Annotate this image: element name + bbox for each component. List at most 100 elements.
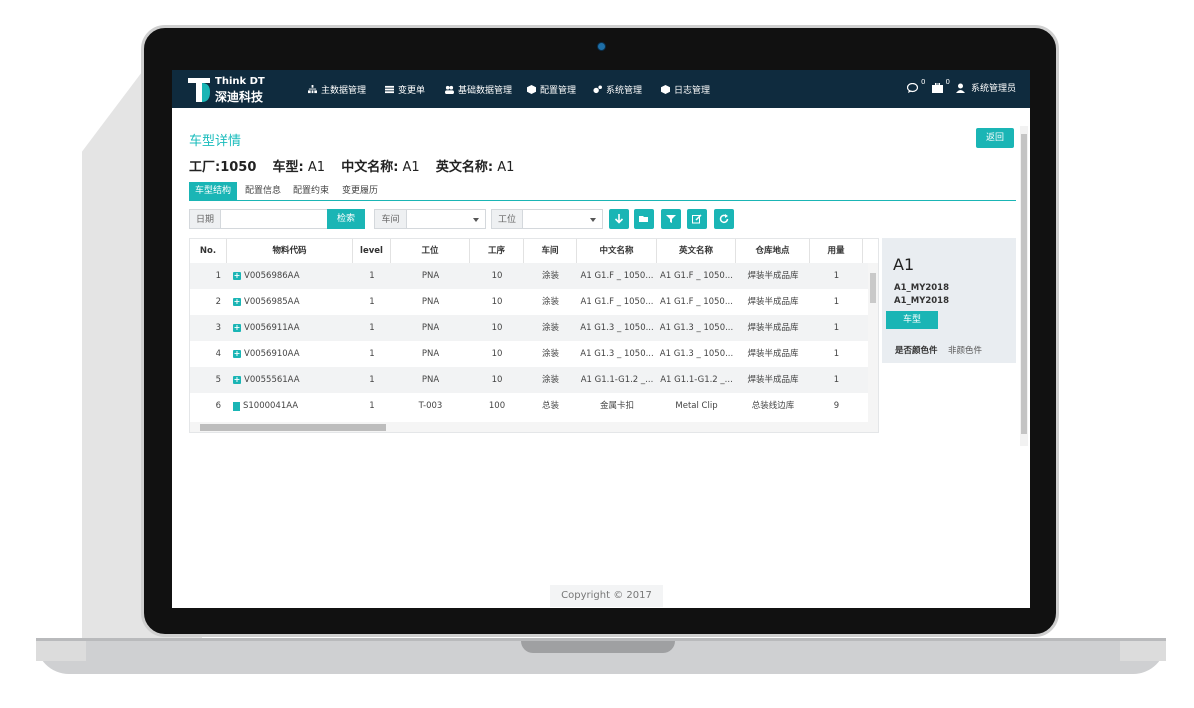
nav-item-base-data[interactable]: 基础数据管理	[445, 83, 512, 96]
open-folder-button[interactable]	[634, 209, 654, 229]
top-navbar: Think DT 深迪科技 主数据管理 变更单 基础数据管理 配置管理 系统管理…	[172, 70, 1030, 108]
tab-config-constraint[interactable]: 配置约束	[287, 182, 335, 200]
search-button[interactable]: 检索	[327, 209, 365, 229]
cell-cn-name: A1 G1.F _ 1050...	[580, 271, 654, 281]
cell-station: PNA	[421, 271, 440, 281]
nav-item-system[interactable]: 系统管理	[593, 83, 642, 96]
side-config-line: A1_MY2018	[894, 283, 950, 293]
table-vertical-scrollbar[interactable]	[868, 263, 878, 424]
arrow-down-icon	[614, 214, 624, 224]
scroll-thumb[interactable]	[200, 424, 386, 431]
cell-en-name: A1 G1.F _ 1050...	[660, 297, 733, 307]
cell-material-code[interactable]: + V0056911AA	[227, 315, 353, 341]
cell-process: 100	[488, 401, 506, 411]
user-name[interactable]: 系统管理员	[971, 81, 1016, 94]
nav-label: 日志管理	[674, 86, 711, 96]
cell-en-name: A1 G1.3 _ 1050...	[659, 323, 734, 333]
nav-item-log[interactable]: 日志管理	[661, 83, 710, 96]
user-icon	[955, 83, 965, 93]
table-horizontal-scrollbar[interactable]	[190, 422, 878, 432]
cell-workshop: 涂装	[541, 323, 559, 333]
plus-square-icon[interactable]: +	[233, 376, 241, 384]
tab-change-history[interactable]: 变更履历	[336, 182, 384, 200]
scroll-thumb[interactable]	[870, 273, 876, 303]
cell-warehouse: 总装线边库	[751, 401, 795, 411]
model-label: 车型:	[272, 160, 304, 175]
refresh-button[interactable]	[714, 209, 734, 229]
chevron-down-icon	[590, 218, 596, 222]
plus-square-icon[interactable]: +	[233, 298, 241, 306]
date-input[interactable]	[220, 209, 328, 229]
cell-station: PNA	[421, 349, 440, 359]
tab-config-info[interactable]: 配置信息	[239, 182, 287, 200]
color-part-label: 是否颜色件	[895, 346, 938, 356]
table-row[interactable]: 5 + V0055561AA 1 PNA 10 涂装 A1 G1.1-G1.2 _... A1 …	[190, 367, 868, 393]
cell-level: 1	[369, 323, 375, 333]
col-process[interactable]: 工序	[470, 239, 524, 263]
table-row[interactable]: 2 + V0056985AA 1 PNA 10 涂装 A1 G1.F _ 1050... A1 …	[190, 289, 868, 315]
nav-item-config[interactable]: 配置管理	[527, 83, 576, 96]
col-en-name[interactable]: 英文名称	[657, 239, 736, 263]
nav-item-master-data[interactable]: 主数据管理	[308, 83, 366, 96]
material-code-text: V0056910AA	[244, 349, 300, 359]
download-button[interactable]	[609, 209, 629, 229]
cell-material-code[interactable]: + V0055561AA	[227, 367, 353, 393]
col-no[interactable]: No.	[190, 239, 227, 263]
material-code-text: V0056911AA	[244, 323, 300, 333]
cell-level: 1	[369, 297, 375, 307]
cell-level: 1	[369, 349, 375, 359]
plus-square-icon[interactable]: +	[233, 272, 241, 280]
date-label: 日期	[189, 209, 221, 229]
cell-material-code[interactable]: + V0056985AA	[227, 289, 353, 315]
col-quantity[interactable]: 用量	[810, 239, 863, 263]
model-button[interactable]: 车型	[886, 311, 938, 329]
briefcase-icon[interactable]	[931, 82, 943, 93]
cell-station: PNA	[421, 297, 440, 307]
cell-workshop: 涂装	[541, 297, 559, 307]
cell-quantity: 1	[833, 323, 840, 333]
station-select[interactable]	[522, 209, 603, 229]
side-title: A1	[893, 255, 915, 274]
scroll-thumb[interactable]	[1021, 134, 1027, 434]
col-cn-name[interactable]: 中文名称	[577, 239, 657, 263]
col-material-code[interactable]: 物料代码	[227, 239, 353, 263]
nav-item-change-order[interactable]: 变更单	[385, 83, 425, 96]
table-row[interactable]: 3 + V0056911AA 1 PNA 10 涂装 A1 G1.3 _ 1050... A1 …	[190, 315, 868, 341]
cell-material-code[interactable]: S1000041AA	[227, 393, 353, 419]
col-warehouse[interactable]: 仓库地点	[736, 239, 810, 263]
plus-square-icon[interactable]: +	[233, 324, 241, 332]
page-scrollbar[interactable]	[1020, 126, 1028, 446]
laptop-base-end-right	[1120, 641, 1166, 661]
workshop-select[interactable]	[406, 209, 486, 229]
table-row[interactable]: 4 + V0056910AA 1 PNA 10 涂装 A1 G1.3 _ 1050... A1 …	[190, 341, 868, 367]
cell-material-code[interactable]: + V0056910AA	[227, 341, 353, 367]
nav-label: 主数据管理	[321, 86, 367, 96]
filter-button[interactable]	[661, 209, 681, 229]
table-row[interactable]: 6 S1000041AA 1 T-003 100 总装 金属卡扣 Metal Clip 总装线边…	[190, 393, 868, 419]
cell-station: PNA	[421, 375, 440, 385]
chat-icon[interactable]	[907, 82, 919, 93]
material-code-text: V0055561AA	[244, 375, 300, 385]
col-station[interactable]: 工位	[391, 239, 470, 263]
file-icon[interactable]	[233, 401, 240, 411]
cell-warehouse: 焊装半成品库	[747, 349, 799, 359]
cell-cn-name: A1 G1.F _ 1050...	[580, 297, 654, 307]
back-button[interactable]: 返回	[976, 128, 1014, 148]
material-code-text: V0056985AA	[244, 297, 300, 307]
col-level[interactable]: level	[353, 239, 391, 263]
cell-material-code[interactable]: + V0056986AA	[227, 263, 353, 289]
refresh-icon	[719, 214, 729, 224]
col-workshop[interactable]: 车间	[524, 239, 577, 263]
cell-cn-name: A1 G1.1-G1.2 _...	[580, 375, 654, 385]
plus-square-icon[interactable]: +	[233, 350, 241, 358]
tab-structure[interactable]: 车型结构	[189, 182, 238, 200]
cell-workshop: 总装	[541, 401, 559, 411]
edit-button[interactable]	[687, 209, 707, 229]
app-screen: Think DT 深迪科技 主数据管理 变更单 基础数据管理 配置管理 系统管理…	[172, 70, 1030, 608]
detail-tabs: 车型结构 配置信息 配置约束 变更履历	[189, 182, 1016, 201]
material-code-text: S1000041AA	[243, 401, 299, 411]
cell-quantity: 9	[833, 401, 840, 411]
edit-icon	[692, 214, 702, 224]
chevron-down-icon	[473, 218, 479, 222]
table-row[interactable]: 1 + V0056986AA 1 PNA 10 涂装 A1 G1.F _ 1050... A1 …	[190, 263, 868, 289]
